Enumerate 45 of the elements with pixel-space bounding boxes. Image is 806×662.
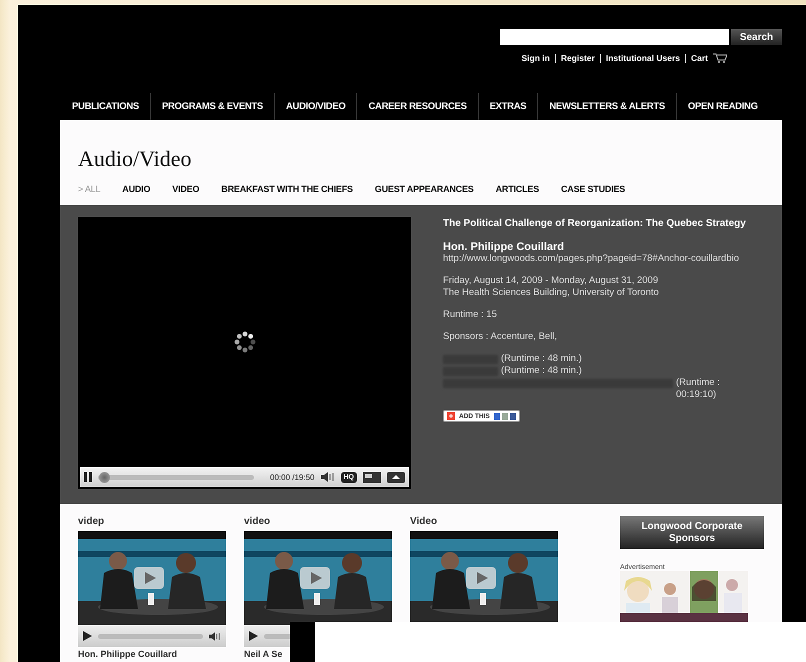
seek-bar[interactable]: [98, 474, 254, 480]
search-button[interactable]: Search: [731, 29, 782, 45]
sponsors-text: Sponsors : Accenture, Bell,: [443, 331, 558, 343]
volume-icon[interactable]: [320, 472, 334, 482]
time-display: 00:00 /19:50: [270, 472, 314, 482]
account-link[interactable]: Institutional Users: [606, 53, 680, 63]
category-tab[interactable]: BREAKFAST WITH THE CHIEFS: [221, 184, 353, 194]
account-link[interactable]: Cart: [690, 53, 708, 63]
cart-icon[interactable]: [713, 53, 727, 63]
nav-item[interactable]: PUBLICATIONS: [64, 93, 150, 120]
video-heading: videp: [78, 516, 106, 527]
eject-icon[interactable]: [387, 472, 405, 482]
seek-handle[interactable]: [99, 472, 110, 482]
volume-icon[interactable]: [209, 632, 221, 640]
mini-player-bar[interactable]: [78, 625, 226, 647]
video-title: The Political Challenge of Reorganization: The Quebec Strategy: [443, 217, 747, 230]
loading-spinner-icon: [232, 330, 256, 354]
screen-size-icon[interactable]: [363, 472, 381, 482]
category-tab[interactable]: AUDIO: [122, 184, 150, 194]
runtime-text: Runtime : 15: [443, 309, 498, 321]
category-tab[interactable]: ARTICLES: [496, 184, 539, 194]
account-link[interactable]: Register: [560, 53, 595, 63]
category-tab[interactable]: VIDEO: [172, 184, 200, 194]
speaker-name: Hon. Philippe Couillard: [443, 241, 565, 253]
event-venue: The Health Sciences Building, University of Toronto: [443, 287, 660, 299]
pause-icon[interactable]: [84, 472, 92, 482]
play-icon[interactable]: [83, 631, 92, 641]
plus-icon: [447, 412, 455, 420]
page-title: Audio/Video: [78, 146, 193, 172]
video-caption[interactable]: Hon. Philippe Couillard: [78, 649, 226, 659]
category-tab[interactable]: CASE STUDIES: [561, 184, 626, 194]
account-link[interactable]: Sign in: [521, 53, 550, 63]
runtime-text: (Runtime : 48 min.): [501, 365, 583, 377]
speaker-link[interactable]: http://www.longwoods.com/pages.php?pageid=78#Anchor-couillardbio: [443, 253, 748, 265]
event-dates: Friday, August 14, 2009 - Monday, August 31, 2009: [443, 275, 660, 287]
runtime-text: (Runtime : 48 min.): [501, 353, 583, 365]
search-field[interactable]: [500, 29, 729, 45]
social-icons: [494, 412, 516, 420]
progress-track[interactable]: [98, 634, 203, 638]
category-tab[interactable]: GUEST APPEARANCES: [374, 184, 474, 194]
sponsors-button[interactable]: Longwood Corporate Sponsors: [620, 516, 764, 549]
play-icon[interactable]: [249, 631, 258, 641]
video-heading: video: [244, 516, 272, 527]
video-heading: Video: [410, 516, 438, 527]
runtime-text: (Runtime : 00:19:10): [676, 377, 721, 401]
